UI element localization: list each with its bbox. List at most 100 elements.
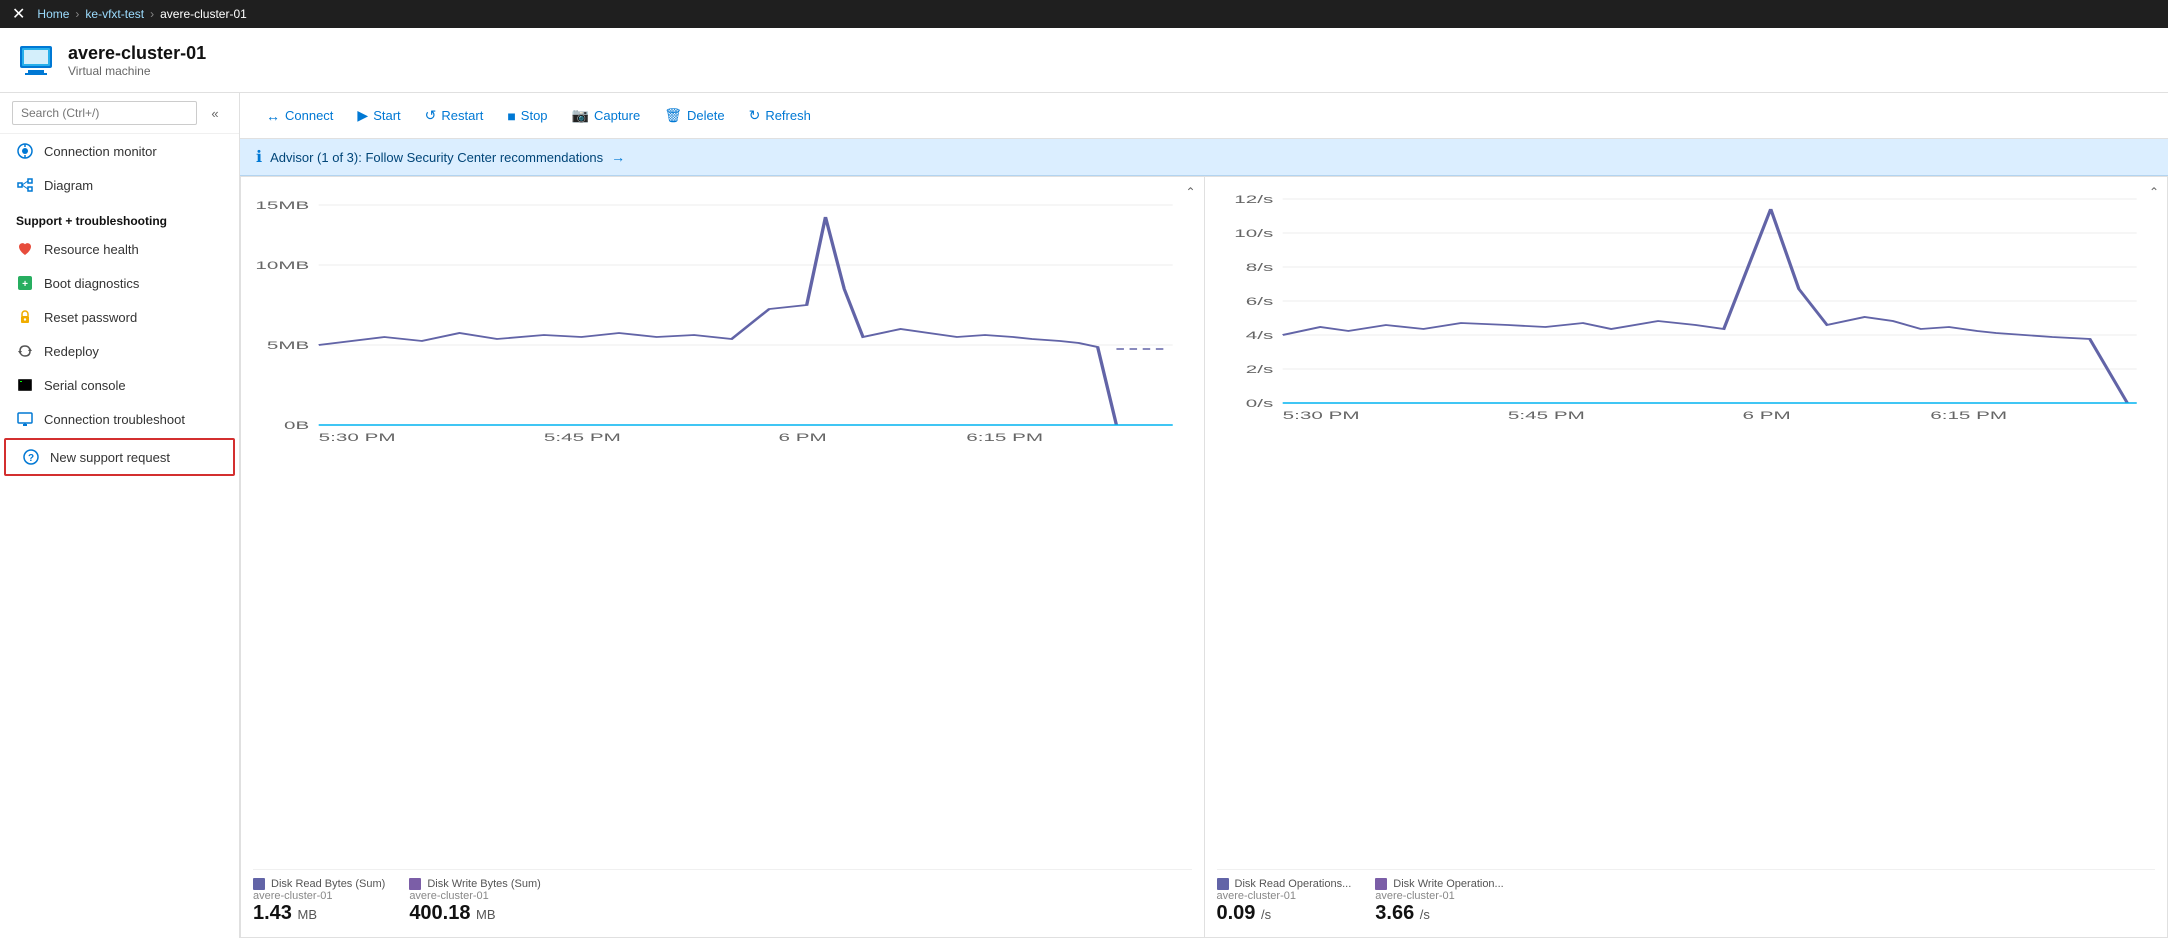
svg-text:6 PM: 6 PM	[779, 431, 827, 444]
start-button[interactable]: ▶ Start	[347, 101, 410, 130]
legend-item-disk-read-bytes: Disk Read Bytes (Sum) avere-cluster-01 1…	[253, 878, 385, 925]
connect-icon: ↔	[266, 108, 280, 124]
sidebar-item-new-support-request[interactable]: ? New support request	[4, 438, 235, 476]
sidebar-item-boot-diagnostics[interactable]: + Boot diagnostics	[0, 266, 239, 300]
delete-icon: 🗑	[664, 107, 682, 124]
breadcrumb-sep2: ›	[150, 7, 154, 21]
sidebar-item-resource-health[interactable]: Resource health	[0, 232, 239, 266]
sidebar-item-diagram[interactable]: Diagram	[0, 168, 239, 202]
svg-text:8/s: 8/s	[1245, 261, 1273, 274]
restart-label: Restart	[441, 108, 483, 123]
connect-label: Connect	[285, 108, 333, 123]
advisor-arrow-icon[interactable]: →	[611, 149, 625, 165]
svg-text:2/s: 2/s	[1245, 363, 1273, 376]
sidebar-label-new-support-request: New support request	[50, 450, 170, 465]
connect-button[interactable]: ↔ Connect	[256, 102, 343, 130]
delete-label: Delete	[687, 108, 725, 123]
sidebar-item-serial-console[interactable]: Serial console	[0, 368, 239, 402]
legend-item-disk-read-ops: Disk Read Operations... avere-cluster-01…	[1217, 878, 1352, 925]
sidebar-label-serial-console: Serial console	[44, 378, 126, 393]
svg-text:5:45 PM: 5:45 PM	[544, 431, 621, 444]
stop-button[interactable]: ■ Stop	[497, 102, 557, 130]
legend-color-read-ops	[1217, 878, 1229, 890]
sidebar-label-resource-health: Resource health	[44, 242, 139, 257]
sidebar-item-connection-monitor[interactable]: Connection monitor	[0, 134, 239, 168]
capture-button[interactable]: 📷 Capture	[562, 101, 651, 130]
sidebar-label-diagram: Diagram	[44, 178, 93, 193]
svg-text:0B: 0B	[284, 419, 309, 432]
svg-text:+: +	[22, 279, 28, 290]
sidebar-section-support: Support + troubleshooting	[0, 202, 239, 232]
legend-unit-write-ops: /s	[1420, 907, 1430, 922]
legend-color-write-ops	[1375, 878, 1387, 890]
advisor-banner[interactable]: ℹ Advisor (1 of 3): Follow Security Cent…	[240, 139, 2168, 176]
svg-text:10MB: 10MB	[255, 259, 309, 272]
chart-svg-disk-bytes: 15MB 10MB 5MB 0B 5:30 PM	[253, 189, 1192, 861]
legend-value-write-ops: 3.66 /s	[1375, 902, 1503, 925]
sidebar-label-connection-monitor: Connection monitor	[44, 144, 157, 159]
svg-text:12/s: 12/s	[1234, 193, 1273, 206]
resource-health-icon	[16, 240, 34, 258]
legend-sub-write: avere-cluster-01	[409, 890, 540, 902]
svg-text:6/s: 6/s	[1245, 295, 1273, 308]
svg-text:5:30 PM: 5:30 PM	[1282, 409, 1359, 422]
serial-console-icon	[16, 376, 34, 394]
legend-num-write: 400.18	[409, 902, 470, 924]
chart-card-disk-bytes: ⌃ 15MB 10MB 5MB 0B	[240, 176, 1205, 938]
svg-text:15MB: 15MB	[255, 199, 309, 212]
sidebar-label-redeploy: Redeploy	[44, 344, 99, 359]
start-label: Start	[373, 108, 400, 123]
legend-sub-write-ops: avere-cluster-01	[1375, 890, 1503, 902]
content-area: « Connection monitor	[0, 93, 2168, 938]
chart-svg-disk-ops: 12/s 10/s 8/s 6/s 4/s 2/s 0/s	[1217, 189, 2156, 861]
boot-diagnostics-icon: +	[16, 274, 34, 292]
legend-num-read: 1.43	[253, 902, 292, 924]
legend-sub-read: avere-cluster-01	[253, 890, 385, 902]
legend-item-disk-write-bytes: Disk Write Bytes (Sum) avere-cluster-01 …	[409, 878, 540, 925]
refresh-icon: ↻	[749, 107, 761, 124]
legend-unit-read: MB	[298, 907, 318, 922]
sidebar-item-reset-password[interactable]: Reset password	[0, 300, 239, 334]
close-button[interactable]: ✕	[12, 4, 25, 24]
breadcrumb-current: avere-cluster-01	[160, 7, 247, 21]
svg-text:6:15 PM: 6:15 PM	[1930, 409, 2007, 422]
breadcrumb-home[interactable]: Home	[37, 7, 69, 21]
legend-num-read-ops: 0.09	[1217, 902, 1256, 924]
sidebar-label-connection-troubleshoot: Connection troubleshoot	[44, 412, 185, 427]
diagram-icon	[16, 176, 34, 194]
sidebar-item-redeploy[interactable]: Redeploy	[0, 334, 239, 368]
resource-title: avere-cluster-01	[68, 43, 206, 64]
legend-label-write-ops: Disk Write Operation...	[1393, 878, 1503, 890]
svg-text:5:30 PM: 5:30 PM	[319, 431, 396, 444]
main-content: ↔ Connect ▶ Start ↺ Restart ■ Stop 📷	[240, 93, 2168, 938]
svg-text:?: ?	[28, 453, 34, 464]
main-container: avere-cluster-01 Virtual machine «	[0, 28, 2168, 938]
legend-num-write-ops: 3.66	[1375, 902, 1414, 924]
breadcrumb-parent[interactable]: ke-vfxt-test	[85, 7, 144, 21]
reset-password-icon	[16, 308, 34, 326]
search-input[interactable]	[12, 101, 197, 125]
sidebar-label-boot-diagnostics: Boot diagnostics	[44, 276, 139, 291]
capture-icon: 📷	[572, 107, 589, 124]
breadcrumb-sep1: ›	[75, 7, 79, 21]
resource-subtitle: Virtual machine	[68, 64, 206, 78]
sidebar-item-connection-troubleshoot[interactable]: Connection troubleshoot	[0, 402, 239, 436]
collapse-button[interactable]: «	[203, 101, 227, 125]
sidebar: « Connection monitor	[0, 93, 240, 938]
advisor-info-icon: ℹ	[256, 147, 262, 167]
chart-card-disk-ops: ⌃ 12/s 10/s 8/s 6/s 4/s 2/s 0/s	[1205, 176, 2168, 938]
chart-legend-disk-bytes: Disk Read Bytes (Sum) avere-cluster-01 1…	[253, 869, 1192, 925]
legend-value-write: 400.18 MB	[409, 902, 540, 925]
restart-button[interactable]: ↺ Restart	[415, 101, 494, 130]
svg-text:5MB: 5MB	[267, 339, 309, 352]
svg-text:6:15 PM: 6:15 PM	[966, 431, 1043, 444]
charts-area: ⌃ 15MB 10MB 5MB 0B	[240, 176, 2168, 938]
legend-unit-write: MB	[476, 907, 496, 922]
legend-value-read: 1.43 MB	[253, 902, 385, 925]
toolbar: ↔ Connect ▶ Start ↺ Restart ■ Stop 📷	[240, 93, 2168, 139]
delete-button[interactable]: 🗑 Delete	[654, 101, 734, 130]
new-support-request-icon: ?	[22, 448, 40, 466]
legend-color-read	[253, 878, 265, 890]
connection-troubleshoot-icon	[16, 410, 34, 428]
refresh-button[interactable]: ↻ Refresh	[739, 101, 821, 130]
